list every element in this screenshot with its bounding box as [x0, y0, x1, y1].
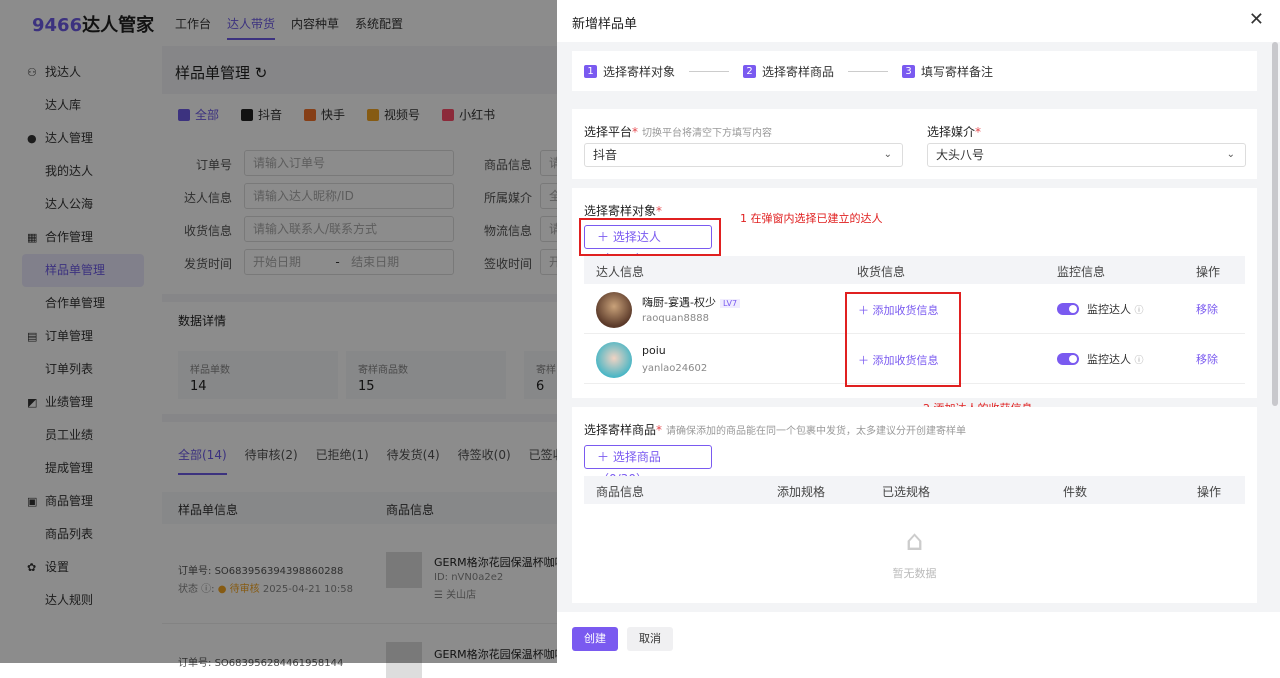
- empty-text: 暂无数据: [892, 567, 937, 580]
- monitor-label: 监控达人 ⓘ: [1087, 353, 1144, 366]
- cancel-button[interactable]: 取消: [627, 627, 673, 651]
- talent-id: yanlao24602: [642, 363, 708, 374]
- drawer-title: 新增样品单: [572, 17, 638, 32]
- talent-id: raoquan8888: [642, 313, 709, 324]
- create-button[interactable]: 创建: [572, 627, 618, 651]
- annotation-text: 1 在弹窗内选择已建立的达人: [740, 212, 883, 225]
- select-goods-button[interactable]: ＋ 选择商品（0/30）: [584, 445, 712, 486]
- step-1: 1 选择寄样对象: [584, 63, 675, 80]
- drawer-footer: 创建 取消: [557, 612, 1280, 663]
- remove-link[interactable]: 移除: [1196, 351, 1218, 367]
- platform-panel: 选择平台* 切换平台将清空下方填写内容 抖音 ⌄ 选择媒介* 大头八号 ⌄: [572, 109, 1257, 179]
- platform-select[interactable]: 抖音 ⌄: [584, 143, 903, 167]
- drawer-body: 1 选择寄样对象 2 选择寄样商品 3 填写寄样备注 选择平台* 切换平台将清空下方填写…: [557, 42, 1280, 612]
- remove-link[interactable]: 移除: [1196, 301, 1218, 317]
- modal-overlay[interactable]: [0, 0, 557, 663]
- annotation-box: [579, 218, 721, 256]
- target-panel: 选择寄样对象* ＋ 选择达人（2/30） 1 在弹窗内选择已建立的达人 达人信息…: [572, 188, 1257, 398]
- avatar: [596, 342, 632, 378]
- annotation-box: [845, 292, 961, 387]
- step-2: 2 选择寄样商品: [743, 63, 834, 80]
- help-icon: ⓘ: [1134, 356, 1144, 366]
- new-sample-order-drawer: 新增样品单 ✕ 1 选择寄样对象 2 选择寄样商品 3 填写寄样备注 选择平台* 切换平…: [557, 0, 1280, 663]
- monitor-label: 监控达人 ⓘ: [1087, 303, 1144, 316]
- drawer-scrollbar[interactable]: [1272, 42, 1278, 406]
- close-icon[interactable]: ✕: [1249, 9, 1264, 30]
- monitor-toggle[interactable]: [1057, 303, 1079, 315]
- monitor-toggle[interactable]: [1057, 353, 1079, 365]
- avatar: [596, 292, 632, 328]
- empty-box-icon: ⌂: [905, 524, 924, 557]
- help-icon: ⓘ: [1134, 306, 1144, 316]
- chevron-down-icon: ⌄: [883, 149, 892, 160]
- platform-label: 选择平台* 切换平台将清空下方填写内容: [584, 125, 773, 139]
- chevron-down-icon: ⌄: [1226, 149, 1235, 160]
- app-root: 9466达人管家 工作台 达人带货 内容种草 系统配置 ⚇ 找达人 达人库 ● 达人管理…: [0, 0, 1280, 678]
- goods-label: 选择寄样商品* 请确保添加的商品能在同一个包裹中发货，太多建议分开创建寄样单: [584, 423, 967, 437]
- talent-table-header: 达人信息 收货信息 监控信息 操作: [584, 256, 1245, 284]
- step-3: 3 填写寄样备注: [902, 63, 993, 80]
- media-select[interactable]: 大头八号 ⌄: [927, 143, 1246, 167]
- target-label: 选择寄样对象*: [584, 204, 663, 218]
- steps-panel: 1 选择寄样对象 2 选择寄样商品 3 填写寄样备注: [572, 51, 1257, 91]
- media-label: 选择媒介*: [927, 125, 982, 139]
- goods-table-header: 商品信息 添加规格 已选规格 件数 操作: [584, 476, 1245, 504]
- talent-name: poiu: [642, 344, 666, 357]
- drawer-header: 新增样品单 ✕: [557, 0, 1280, 42]
- talent-name: 嗨厨-宴遇-权少 LV7: [642, 294, 741, 310]
- goods-panel: 选择寄样商品* 请确保添加的商品能在同一个包裹中发货，太多建议分开创建寄样单 ＋ …: [572, 407, 1257, 603]
